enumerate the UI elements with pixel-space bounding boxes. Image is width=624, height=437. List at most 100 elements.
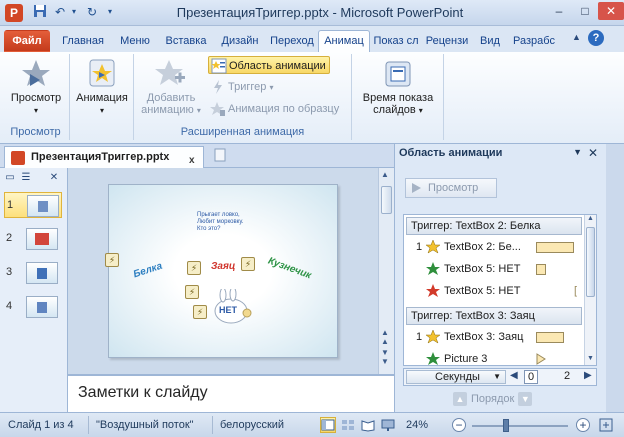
net-textbox[interactable]: НЕТ: [219, 305, 237, 315]
entrance-star-icon: [426, 330, 440, 344]
reading-view-icon[interactable]: [360, 417, 376, 433]
slide-thumbnail-image: [27, 195, 59, 217]
window-title: ПрезентацияТриггер.pptx - Microsoft Powe…: [176, 5, 464, 20]
slide-thumbnail-4[interactable]: 4: [4, 294, 62, 320]
tab-transitions[interactable]: Переход: [266, 30, 318, 52]
slide-thumbnail-image: [26, 262, 58, 284]
scroll-thumb[interactable]: [381, 186, 392, 214]
animation-item[interactable]: 1 TextBox 3: Заяц: [406, 327, 582, 347]
trigger-marker-icon: ⚡: [193, 305, 207, 319]
new-tab-icon[interactable]: [212, 148, 228, 164]
normal-view-icon[interactable]: [320, 417, 336, 433]
slide-timing-button[interactable]: Время показа слайдов ▾: [356, 58, 440, 116]
minimize-button[interactable]: –: [546, 2, 572, 20]
animation-pane-button[interactable]: Область анимации: [208, 56, 330, 74]
trigger-marker-icon: ⚡: [241, 257, 255, 271]
zoom-slider[interactable]: [472, 425, 568, 427]
customize-qat-icon[interactable]: ▾: [102, 4, 118, 20]
scroll-up-icon[interactable]: ▲: [381, 170, 389, 179]
close-button[interactable]: ✕: [598, 2, 624, 20]
animation-item[interactable]: TextBox 5: НЕТ [: [406, 281, 582, 301]
advanced-animation-group-label: Расширенная анимация: [180, 126, 305, 138]
current-slide[interactable]: Прыгает ловко, Любит морковку. Кто это? …: [105, 184, 338, 358]
animation-styles-button[interactable]: Анимация ▾: [72, 58, 132, 116]
slide-thumbnail-3[interactable]: 3: [4, 260, 62, 286]
animation-item[interactable]: 1 TextBox 2: Бе...: [406, 237, 582, 257]
tab-design[interactable]: Дизайн: [214, 30, 266, 52]
animation-item[interactable]: TextBox 5: НЕТ: [406, 259, 582, 279]
close-pane-icon[interactable]: ✕: [588, 146, 598, 160]
save-icon[interactable]: [32, 4, 48, 20]
slide-counter: Слайд 1 из 4: [8, 419, 74, 431]
pane-options-icon[interactable]: ▼: [573, 147, 582, 157]
belka-textbox[interactable]: Белка: [132, 261, 164, 281]
scroll-down-icon[interactable]: ▼: [587, 355, 594, 362]
animation-list-scrollbar[interactable]: ▲ ▼: [584, 215, 596, 365]
timeline-left-icon[interactable]: ◀: [510, 370, 518, 381]
animation-item[interactable]: Picture 3: [406, 349, 582, 365]
tab-home[interactable]: Главная: [54, 30, 112, 52]
close-panel-icon[interactable]: ✕: [46, 170, 62, 186]
collapse-ribbon-icon[interactable]: ▲: [572, 32, 581, 42]
slide-thumbnail-2[interactable]: 2: [4, 226, 62, 252]
play-icon: [412, 183, 421, 193]
animation-pane: Область анимации ▼ ✕ Просмотр Триггер: T…: [394, 144, 606, 412]
scroll-up-icon[interactable]: ▲: [587, 215, 594, 222]
zoom-in-icon[interactable]: +: [576, 418, 590, 432]
trigger-header[interactable]: Триггер: TextBox 2: Белка: [406, 217, 582, 235]
slide-vertical-scrollbar[interactable]: ▲ ▲ ▲ ▼ ▼: [378, 168, 394, 374]
powerpoint-app-icon[interactable]: P: [5, 4, 23, 22]
redo-icon[interactable]: ↻: [84, 4, 100, 20]
timeline-right-icon[interactable]: ▶: [584, 370, 592, 381]
zoom-level[interactable]: 24%: [406, 419, 428, 431]
tab-menu[interactable]: Меню: [114, 30, 156, 52]
notes-area[interactable]: Заметки к слайду: [68, 374, 394, 412]
seconds-dropdown[interactable]: Секунды ▼: [406, 370, 506, 384]
preview-button[interactable]: Просмотр ▾: [6, 58, 66, 116]
trigger-header[interactable]: Триггер: TextBox 3: Заяц: [406, 307, 582, 325]
tab-developer[interactable]: Разрабс: [506, 30, 562, 52]
riddle-text[interactable]: Прыгает ловко, Любит морковку. Кто это?: [197, 212, 243, 233]
slideshow-view-icon[interactable]: [380, 417, 396, 433]
tab-animations[interactable]: Анимац: [318, 30, 370, 52]
zayac-textbox[interactable]: Заяц: [211, 261, 235, 272]
previous-slide-icon[interactable]: ▲ ▲: [381, 328, 389, 346]
move-up-icon[interactable]: ▲: [453, 392, 467, 406]
pane-preview-button[interactable]: Просмотр: [405, 178, 497, 198]
zoom-slider-thumb[interactable]: [503, 419, 509, 432]
tab-review[interactable]: Рецензи: [420, 30, 474, 52]
animation-painter-button[interactable]: Анимация по образцу: [208, 100, 342, 118]
preview-star-icon: [22, 60, 50, 86]
outline-view-icon[interactable]: ☰: [18, 170, 34, 186]
animation-list[interactable]: Триггер: TextBox 2: Белка 1 TextBox 2: Б…: [403, 214, 597, 366]
timing-bar[interactable]: [536, 332, 564, 343]
timing-bar[interactable]: [536, 264, 546, 275]
tab-slideshow[interactable]: Показ сл: [372, 30, 420, 52]
trigger-button[interactable]: Триггер ▾: [208, 78, 276, 96]
scroll-thumb[interactable]: [586, 227, 595, 297]
language-indicator[interactable]: белорусский: [220, 419, 284, 431]
tab-insert[interactable]: Вставка: [158, 30, 214, 52]
next-slide-icon[interactable]: ▼ ▼: [381, 348, 389, 366]
ribbon-tabs: Файл Главная Меню Вставка Дизайн Переход…: [0, 26, 624, 52]
kuznechik-textbox[interactable]: Кузнечик: [266, 256, 312, 282]
slide-thumbnail-1[interactable]: 1: [4, 192, 62, 218]
slide-thumbnail-image: [26, 228, 58, 250]
maximize-button[interactable]: □: [572, 2, 598, 20]
add-animation-label-1: Добавить: [146, 92, 196, 104]
document-tab[interactable]: ПрезентацияТриггер.pptx x: [4, 146, 204, 168]
zoom-out-icon[interactable]: −: [452, 418, 466, 432]
theme-name[interactable]: "Воздушный поток": [96, 419, 194, 431]
add-animation-button[interactable]: Добавить анимацию ▾: [138, 58, 204, 116]
add-animation-label-2: анимацию: [141, 104, 194, 116]
slide-sorter-icon[interactable]: [340, 417, 356, 433]
undo-dropdown-icon[interactable]: ▾: [66, 4, 82, 20]
tab-view[interactable]: Вид: [476, 30, 504, 52]
move-down-icon[interactable]: ▼: [518, 392, 533, 406]
ribbon-animations: Просмотр ▾ Просмотр Анимация ▾ Добавить ан…: [0, 52, 624, 144]
slides-view-icon[interactable]: ▭: [2, 170, 18, 186]
tab-file[interactable]: Файл: [4, 30, 50, 52]
help-icon[interactable]: ?: [588, 30, 604, 46]
timing-bar[interactable]: [536, 242, 574, 253]
fit-to-window-icon[interactable]: [598, 417, 614, 433]
